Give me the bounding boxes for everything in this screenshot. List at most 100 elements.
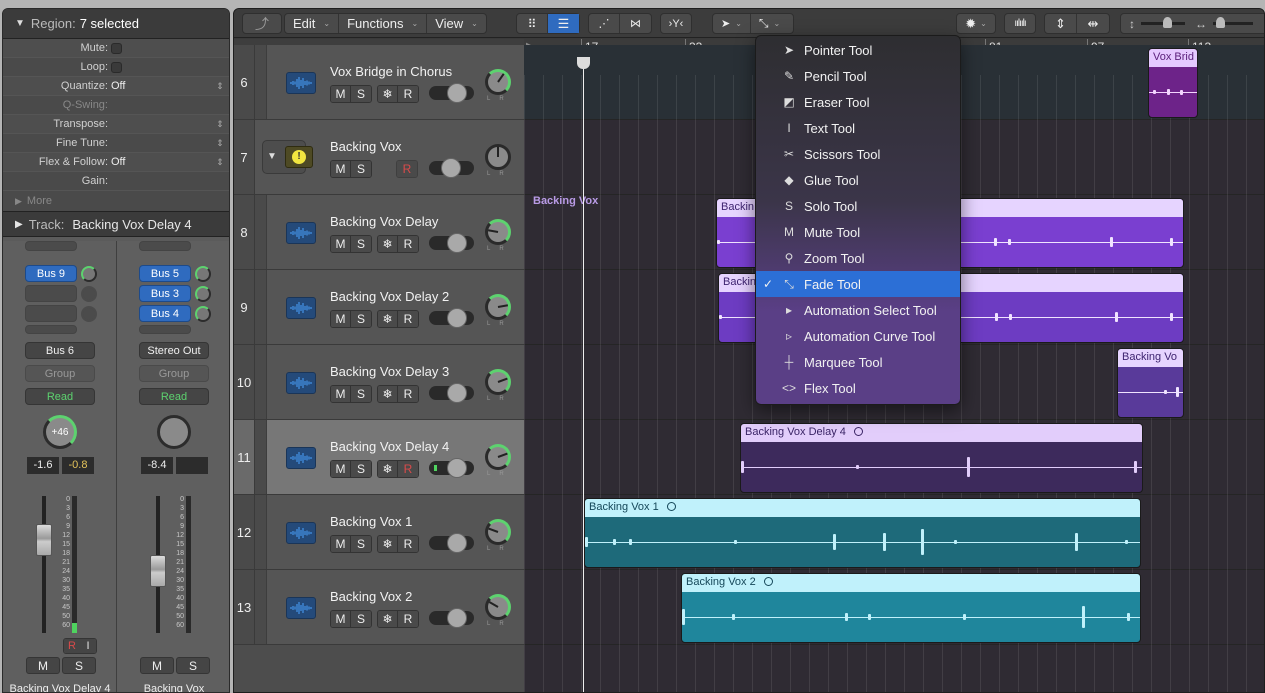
pan-knob[interactable]: +46 (43, 415, 77, 449)
group-slot[interactable]: Group (25, 365, 95, 382)
track-pan-knob[interactable] (485, 594, 511, 620)
loop-icon[interactable] (666, 502, 676, 511)
track-pan-knob[interactable] (485, 144, 511, 170)
track-solo-button[interactable]: S (351, 161, 371, 177)
volume-slider-thumb[interactable] (447, 608, 467, 628)
insert-slot[interactable] (25, 241, 77, 251)
audio-waveform-icon[interactable] (286, 522, 316, 544)
track-volume-slider[interactable] (429, 458, 474, 478)
track-mute-button[interactable]: M (331, 236, 351, 252)
region-inspector-header[interactable]: ▼ Region: 7 selected (3, 9, 229, 39)
view-menu[interactable]: View ⌄ (427, 14, 486, 33)
input-monitor-button[interactable]: I (80, 639, 96, 653)
audio-region[interactable]: Backing Vox Delay 4 (740, 423, 1143, 493)
stepper-icon[interactable]: ⇕ (211, 119, 229, 130)
empty-send-slot[interactable] (25, 305, 77, 322)
volume-fader-handle[interactable] (150, 555, 166, 587)
tool-menu-item[interactable]: ✎ Pencil Tool (756, 63, 960, 89)
track-solo-button[interactable]: S (351, 236, 371, 252)
audio-region[interactable]: Backing Vox 1 (584, 498, 1141, 568)
tool-menu-item[interactable]: ◩ Eraser Tool (756, 89, 960, 115)
volume-slider-thumb[interactable] (447, 383, 467, 403)
track-solo-button[interactable]: S (351, 386, 371, 402)
param-value[interactable] (111, 61, 229, 73)
volume-slider-thumb[interactable] (447, 308, 467, 328)
mute-button[interactable]: M (140, 657, 174, 674)
param-checkbox[interactable] (111, 61, 122, 73)
track-mute-button[interactable]: M (331, 536, 351, 552)
tool-menu-item[interactable]: M Mute Tool (756, 219, 960, 245)
output-slot[interactable]: Stereo Out (139, 342, 209, 359)
track-name[interactable]: Backing Vox 2 (330, 589, 412, 604)
insert-slot[interactable] (139, 241, 191, 251)
track-pan-knob[interactable] (485, 294, 511, 320)
record-enable-button[interactable]: R (64, 639, 80, 653)
send-level-knob[interactable] (195, 306, 211, 322)
vertical-zoom-slider[interactable] (1141, 17, 1185, 28)
volume-fader-track[interactable] (42, 496, 46, 633)
track-header[interactable]: 12 Backing Vox 1 M S ❄ R LR (234, 495, 524, 570)
freeze-icon[interactable]: ❄ (378, 86, 398, 102)
filter-button[interactable]: ›Y‹ (660, 13, 692, 34)
stepper-icon[interactable]: ⇕ (211, 81, 229, 92)
send-level-knob[interactable] (81, 306, 97, 322)
send-slot[interactable]: Bus 4 (139, 305, 191, 322)
automation-mode[interactable]: Read (25, 388, 95, 405)
region-header[interactable]: Backing Vox Delay 4 (741, 424, 1142, 442)
flex-button[interactable]: ⋈ (620, 14, 651, 33)
region-param-row[interactable]: Gain: (3, 172, 229, 191)
send-slot[interactable]: Bus 9 (25, 265, 77, 282)
region-param-row[interactable]: Flex & Follow: Off ⇕ (3, 153, 229, 172)
region-param-row[interactable]: Transpose: ⇕ (3, 115, 229, 134)
track-header[interactable]: 8 Backing Vox Delay M S ❄ R LR (234, 195, 524, 270)
track-solo-button[interactable]: S (351, 536, 371, 552)
audio-waveform-icon[interactable] (286, 447, 316, 469)
send-level-knob[interactable] (81, 286, 97, 302)
track-volume-slider[interactable] (429, 383, 474, 403)
track-record-button[interactable]: R (398, 311, 418, 327)
send-level-knob[interactable] (195, 266, 211, 282)
volume-readout[interactable]: -8.4 (141, 457, 173, 474)
region-header[interactable]: Backing Vox 2 (682, 574, 1140, 592)
tool-menu-item[interactable]: I Text Tool (756, 115, 960, 141)
audio-region[interactable]: Backing Vox 2 (681, 573, 1141, 643)
region-param-row[interactable]: Q-Swing: (3, 96, 229, 115)
empty-send-slot[interactable] (25, 285, 77, 302)
snap-settings-menu[interactable]: ✹ ⌄ (956, 13, 996, 34)
automation-mode[interactable]: Read (139, 388, 209, 405)
region-param-row[interactable]: Fine Tune: ⇕ (3, 134, 229, 153)
track-mute-button[interactable]: M (331, 386, 351, 402)
param-value[interactable]: Off (111, 156, 211, 168)
region-param-row[interactable]: Quantize: Off ⇕ (3, 77, 229, 96)
track-volume-slider[interactable] (429, 158, 474, 178)
stepper-icon[interactable]: ⇕ (211, 138, 229, 149)
send-slot[interactable] (25, 325, 77, 334)
audio-waveform-icon[interactable] (286, 222, 316, 244)
track-pan-knob[interactable] (485, 69, 511, 95)
audio-region[interactable]: Backing Vo (1117, 348, 1184, 418)
send-level-knob[interactable] (195, 286, 211, 302)
track-name[interactable]: Backing Vox Delay 2 (330, 289, 449, 304)
tool-menu-item[interactable]: S Solo Tool (756, 193, 960, 219)
region-header[interactable]: Vox Brid (1149, 49, 1197, 67)
region-header[interactable]: Backing Vox 1 (585, 499, 1140, 517)
stepper-icon[interactable]: ⇕ (211, 157, 229, 168)
track-name[interactable]: Backing Vox Delay (330, 214, 438, 229)
audio-region[interactable]: Vox Brid (1148, 48, 1198, 118)
audio-waveform-icon[interactable] (286, 597, 316, 619)
solo-button[interactable]: S (176, 657, 210, 674)
vertical-auto-zoom-button[interactable]: ⇕ (1045, 14, 1078, 33)
audio-waveform-icon[interactable] (286, 297, 316, 319)
waveform-zoom-button[interactable]: ıılıılı (1004, 13, 1036, 34)
track-header[interactable]: 11 Backing Vox Delay 4 M S ❄ R LR (234, 420, 524, 495)
track-inspector-header[interactable]: ▶ Track: Backing Vox Delay 4 (3, 211, 229, 237)
track-pan-knob[interactable] (485, 219, 511, 245)
edit-menu[interactable]: Edit ⌄ (285, 14, 340, 33)
track-solo-button[interactable]: S (351, 461, 371, 477)
send-slot[interactable]: Bus 5 (139, 265, 191, 282)
volume-slider-thumb[interactable] (447, 533, 467, 553)
volume-slider-thumb[interactable] (447, 83, 467, 103)
tool-menu-item[interactable]: ✂ Scissors Tool (756, 141, 960, 167)
track-record-button[interactable]: R (398, 386, 418, 402)
track-volume-slider[interactable] (429, 533, 474, 553)
